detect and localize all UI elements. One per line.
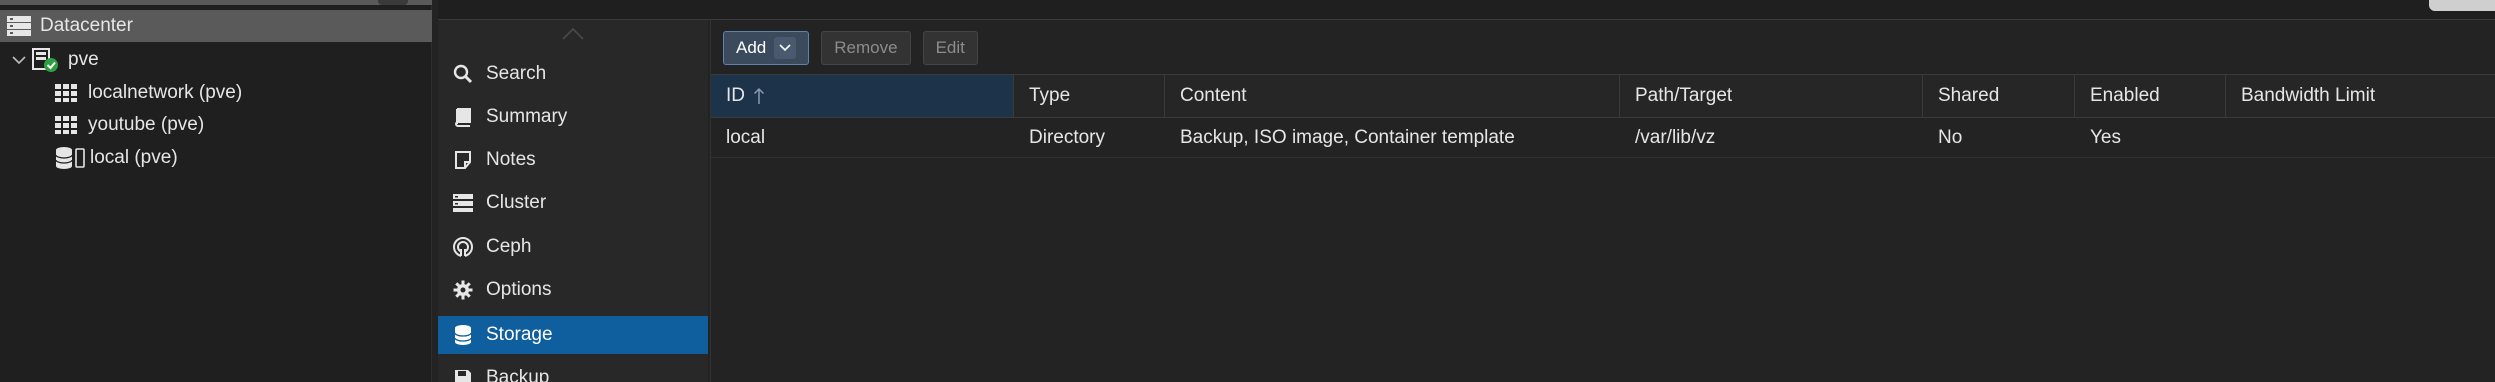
nav-item-backup[interactable]: Backup [438, 359, 708, 382]
nav-item-label: Cluster [486, 192, 547, 213]
tree-item-datacenter[interactable]: Datacenter [0, 10, 432, 42]
cell-shared: No [1938, 126, 1963, 148]
tree-item-label: localnetwork (pve) [88, 82, 243, 103]
column-header-shared[interactable]: Shared [1923, 75, 2075, 117]
column-header-bandwidth[interactable]: Bandwidth Limit [2226, 75, 2495, 117]
column-header-label: Shared [1938, 85, 2000, 106]
storage-icon [54, 146, 86, 170]
cluster-icon [452, 192, 474, 214]
sort-ascending-icon [753, 87, 765, 105]
column-header-type[interactable]: Type [1014, 75, 1165, 117]
tree-item-storage[interactable]: local (pve) [0, 142, 432, 174]
tree-item-label: pve [68, 49, 99, 70]
nav-item-notes[interactable]: Notes [438, 141, 708, 179]
ceph-icon [452, 236, 474, 258]
column-header-label: Enabled [2090, 85, 2160, 106]
grid-icon [54, 83, 78, 103]
nav-item-label: Backup [486, 367, 550, 382]
remove-button[interactable]: Remove [821, 31, 911, 65]
tree-top-scrollbar[interactable] [0, 0, 432, 5]
top-bar [438, 0, 2495, 20]
column-header-label: Path/Target [1635, 85, 1733, 106]
nav-item-cluster[interactable]: Cluster [438, 184, 708, 222]
search-icon [452, 63, 474, 85]
gear-icon [452, 279, 474, 301]
tree-item-vm[interactable]: youtube (pve) [0, 109, 432, 141]
column-header-label: Content [1180, 85, 1247, 106]
scroll-knob[interactable] [378, 0, 408, 5]
tree-item-label: local (pve) [90, 147, 178, 168]
tree-item-label: youtube (pve) [88, 114, 205, 135]
notes-icon [452, 149, 474, 171]
user-menu-button[interactable] [2429, 0, 2495, 11]
tree-item-label: Datacenter [40, 15, 133, 36]
cell-type: Directory [1029, 126, 1106, 148]
resource-tree: Datacenter pve localnetwork (pve) youtub… [0, 0, 432, 382]
nav-scroll-up-button[interactable] [560, 26, 586, 42]
column-header-path[interactable]: Path/Target [1620, 75, 1923, 117]
column-header-enabled[interactable]: Enabled [2075, 75, 2226, 117]
storage-panel: Add Remove Edit ID Type Content Path/Tar… [710, 20, 2495, 382]
column-header-content[interactable]: Content [1165, 75, 1620, 117]
storage-grid: ID Type Content Path/Target Shared Enabl… [711, 74, 2495, 158]
nav-item-storage[interactable]: Storage [438, 316, 708, 354]
book-icon [452, 106, 474, 128]
server-rack-icon [6, 15, 32, 37]
chevron-down-icon [774, 37, 797, 59]
column-header-label: Bandwidth Limit [2241, 85, 2376, 106]
nav-item-label: Search [486, 63, 547, 84]
nav-item-ceph[interactable]: Ceph [438, 228, 708, 266]
nav-item-label: Notes [486, 149, 536, 170]
edit-button-label: Edit [935, 38, 965, 57]
remove-button-label: Remove [834, 38, 898, 57]
nav-item-search[interactable]: Search [438, 55, 708, 93]
tree-item-node[interactable]: pve [0, 44, 432, 76]
add-button[interactable]: Add [723, 31, 810, 65]
cell-bandwidth [2226, 118, 2495, 157]
nav-item-label: Options [486, 279, 552, 300]
column-header-label: ID [726, 85, 745, 106]
database-icon [452, 324, 474, 346]
chevron-down-icon[interactable] [12, 53, 26, 67]
nav-item-label: Summary [486, 106, 568, 127]
storage-toolbar: Add Remove Edit [723, 31, 978, 67]
nav-item-label: Ceph [486, 236, 532, 257]
chevron-up-icon [561, 27, 585, 41]
edit-button[interactable]: Edit [922, 31, 978, 65]
nav-item-summary[interactable]: Summary [438, 98, 708, 136]
cell-content: Backup, ISO image, Container template [1180, 126, 1515, 148]
node-online-icon [30, 47, 60, 73]
column-header-label: Type [1029, 85, 1071, 106]
cell-id: local [726, 126, 766, 148]
column-header-id[interactable]: ID [711, 75, 1014, 117]
floppy-icon [452, 367, 474, 382]
tree-item-vm[interactable]: localnetwork (pve) [0, 77, 432, 109]
add-button-label: Add [736, 38, 767, 57]
nav-item-label: Storage [486, 324, 553, 345]
table-row[interactable]: local Directory Backup, ISO image, Conta… [711, 118, 2495, 158]
grid-header: ID Type Content Path/Target Shared Enabl… [711, 74, 2495, 118]
grid-icon [54, 115, 78, 135]
cell-path: /var/lib/vz [1635, 126, 1716, 148]
nav-item-options[interactable]: Options [438, 271, 708, 309]
cell-enabled: Yes [2090, 126, 2121, 148]
config-nav: Search Summary Notes Cluster Ceph Option… [438, 20, 708, 382]
